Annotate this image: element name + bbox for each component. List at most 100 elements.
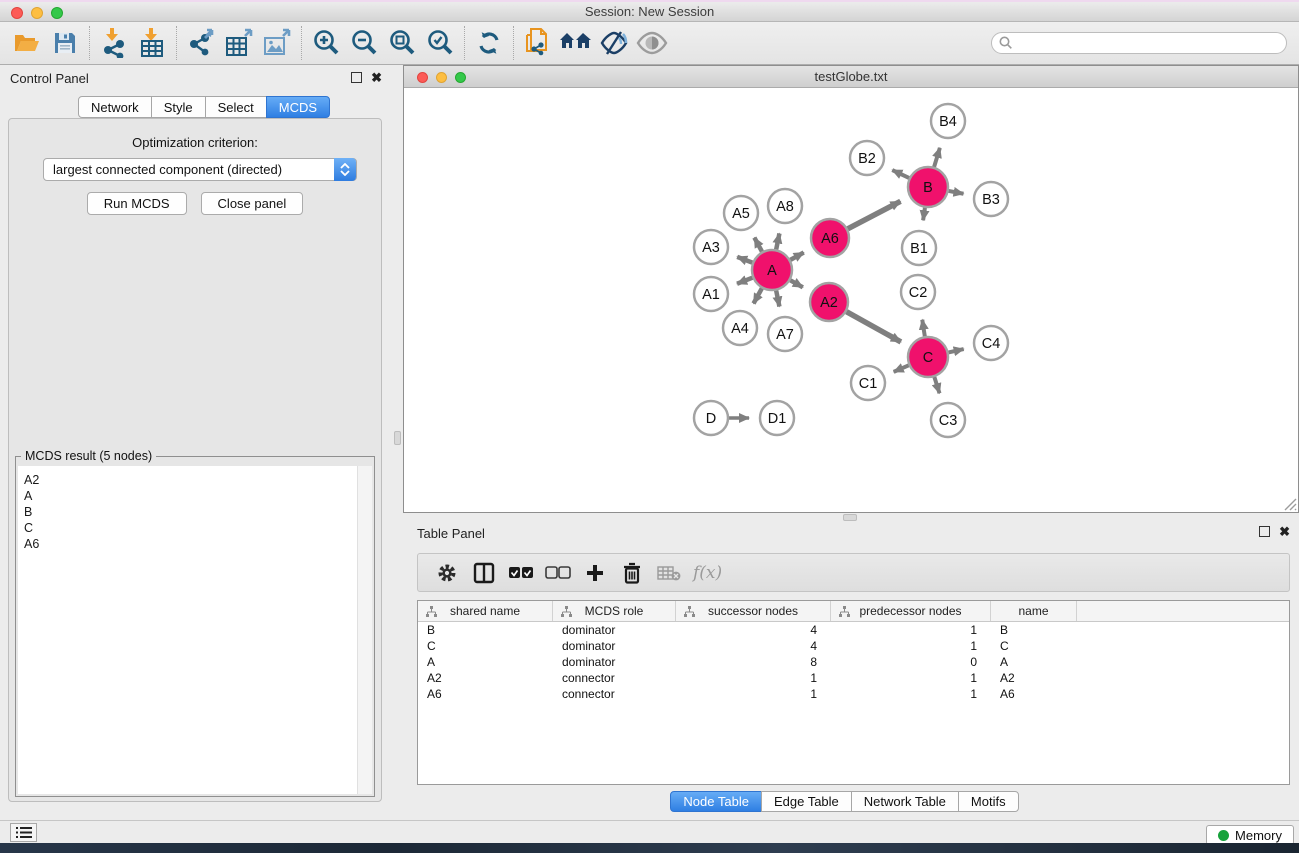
graph-edge-C-C4[interactable] [948, 349, 963, 352]
resize-grip-icon[interactable] [1282, 496, 1297, 511]
column-header-successor-nodes[interactable]: successor nodes [676, 601, 831, 621]
zoom-fit-icon[interactable] [383, 25, 421, 61]
save-icon[interactable] [46, 25, 84, 61]
graph-node-B1[interactable]: B1 [902, 231, 936, 265]
svg-text:B2: B2 [858, 151, 876, 167]
graph-edge-A-A4[interactable] [754, 288, 762, 303]
graph-node-A2[interactable]: A2 [810, 283, 848, 321]
tab-mcds[interactable]: MCDS [266, 96, 330, 118]
graph-node-B[interactable]: B [908, 167, 948, 207]
graph-node-A4[interactable]: A4 [723, 311, 757, 345]
graph-edge-A6-B[interactable] [848, 201, 901, 228]
show-graphics-icon[interactable] [633, 25, 671, 61]
graph-node-C[interactable]: C [908, 337, 948, 377]
graph-edge-A2-C[interactable] [846, 312, 900, 342]
graph-node-A7[interactable]: A7 [768, 317, 802, 351]
graph-node-C3[interactable]: C3 [931, 403, 965, 437]
graph-node-B3[interactable]: B3 [974, 182, 1008, 216]
memory-button[interactable]: Memory [1206, 825, 1294, 845]
deselect-all-icon[interactable] [539, 557, 576, 589]
graph-edge-B-B2[interactable] [892, 170, 909, 178]
graph-node-C4[interactable]: C4 [974, 326, 1008, 360]
graph-edge-A-A6[interactable] [790, 252, 803, 259]
graph-edge-A-A3[interactable] [737, 257, 752, 263]
home-network-icon[interactable] [557, 25, 595, 61]
graph-edge-B-B4[interactable] [934, 148, 940, 167]
column-header-predecessor-nodes[interactable]: predecessor nodes [831, 601, 991, 621]
graph-edge-C-C1[interactable] [894, 365, 909, 372]
graph-edge-B-B1[interactable] [923, 208, 925, 221]
graph-node-C2[interactable]: C2 [901, 275, 935, 309]
graph-edge-C-C2[interactable] [922, 320, 925, 337]
cell: 1 [676, 686, 831, 702]
share-document-icon[interactable] [519, 25, 557, 61]
graph-edge-A-A8[interactable] [776, 233, 779, 249]
table-settings-icon[interactable] [428, 557, 465, 589]
close-panel-icon[interactable]: ✖ [371, 72, 382, 83]
select-all-icon[interactable] [502, 557, 539, 589]
export-table-icon[interactable] [220, 25, 258, 61]
graph-node-B4[interactable]: B4 [931, 104, 965, 138]
table-row-B[interactable]: Bdominator41B [418, 622, 1289, 638]
graph-node-A6[interactable]: A6 [811, 219, 849, 257]
tab-edge-table[interactable]: Edge Table [761, 791, 852, 812]
graph-edge-A-A5[interactable] [754, 238, 762, 252]
graph-edge-C-C3[interactable] [934, 377, 939, 393]
graph-node-A[interactable]: A [752, 250, 792, 290]
graph-node-A8[interactable]: A8 [768, 189, 802, 223]
tab-node-table[interactable]: Node Table [670, 791, 762, 812]
zoom-selected-icon[interactable] [421, 25, 459, 61]
graph-edge-A-A1[interactable] [737, 278, 752, 284]
graph-node-D[interactable]: D [694, 401, 728, 435]
mcds-result-group: MCDS result (5 nodes) A2ABCA6 [15, 456, 375, 797]
criterion-select[interactable]: largest connected component (directed) [43, 158, 357, 181]
delete-table-icon[interactable] [650, 557, 687, 589]
cell: B [991, 622, 1077, 638]
apply-function-icon[interactable]: f(x) [687, 557, 722, 589]
tab-network-table[interactable]: Network Table [851, 791, 959, 812]
import-table-icon[interactable] [133, 25, 171, 61]
run-mcds-button[interactable]: Run MCDS [87, 192, 187, 215]
tab-select[interactable]: Select [205, 96, 267, 118]
graph-edge-A-A7[interactable] [776, 291, 779, 307]
mcds-list-scrollbar[interactable] [357, 466, 372, 794]
network-canvas[interactable]: A A1 A2 A3 A4 A5 A6 A7 A8 B B1 B2 B3 B4 C C1 C2 C3 C4 D D1 [404, 88, 1298, 512]
import-network-icon[interactable] [95, 25, 133, 61]
vertical-split-handle[interactable] [394, 431, 401, 445]
panel-toggle-button[interactable] [10, 823, 37, 842]
export-network-icon[interactable] [182, 25, 220, 61]
close-panel-button[interactable]: Close panel [201, 192, 304, 215]
graph-node-A5[interactable]: A5 [724, 196, 758, 230]
tab-style[interactable]: Style [151, 96, 206, 118]
graph-node-A1[interactable]: A1 [694, 277, 728, 311]
mcds-result-item: A2 [24, 472, 357, 488]
close-table-panel-icon[interactable]: ✖ [1279, 526, 1290, 537]
float-table-panel-icon[interactable] [1259, 526, 1270, 537]
table-row-A2[interactable]: A2connector11A2 [418, 670, 1289, 686]
graph-node-B2[interactable]: B2 [850, 141, 884, 175]
open-folder-icon[interactable] [8, 25, 46, 61]
table-row-C[interactable]: Cdominator41C [418, 638, 1289, 654]
delete-row-icon[interactable] [613, 557, 650, 589]
column-header-name[interactable]: name [991, 601, 1077, 621]
tab-motifs[interactable]: Motifs [958, 791, 1019, 812]
tab-network[interactable]: Network [78, 96, 152, 118]
hide-edges-icon[interactable] [595, 25, 633, 61]
refresh-icon[interactable] [470, 25, 508, 61]
graph-edge-B-B3[interactable] [949, 191, 964, 194]
zoom-in-icon[interactable] [307, 25, 345, 61]
column-header-MCDS-role[interactable]: MCDS role [553, 601, 676, 621]
graph-edge-A-A2[interactable] [790, 280, 803, 287]
zoom-out-icon[interactable] [345, 25, 383, 61]
graph-node-C1[interactable]: C1 [851, 366, 885, 400]
select-columns-icon[interactable] [465, 557, 502, 589]
graph-node-D1[interactable]: D1 [760, 401, 794, 435]
table-row-A6[interactable]: A6connector11A6 [418, 686, 1289, 702]
float-panel-icon[interactable] [351, 72, 362, 83]
column-header-shared-name[interactable]: shared name [418, 601, 553, 621]
table-row-A[interactable]: Adominator80A [418, 654, 1289, 670]
add-row-icon[interactable] [576, 557, 613, 589]
search-input[interactable] [991, 32, 1287, 54]
export-image-icon[interactable] [258, 25, 296, 61]
graph-node-A3[interactable]: A3 [694, 230, 728, 264]
